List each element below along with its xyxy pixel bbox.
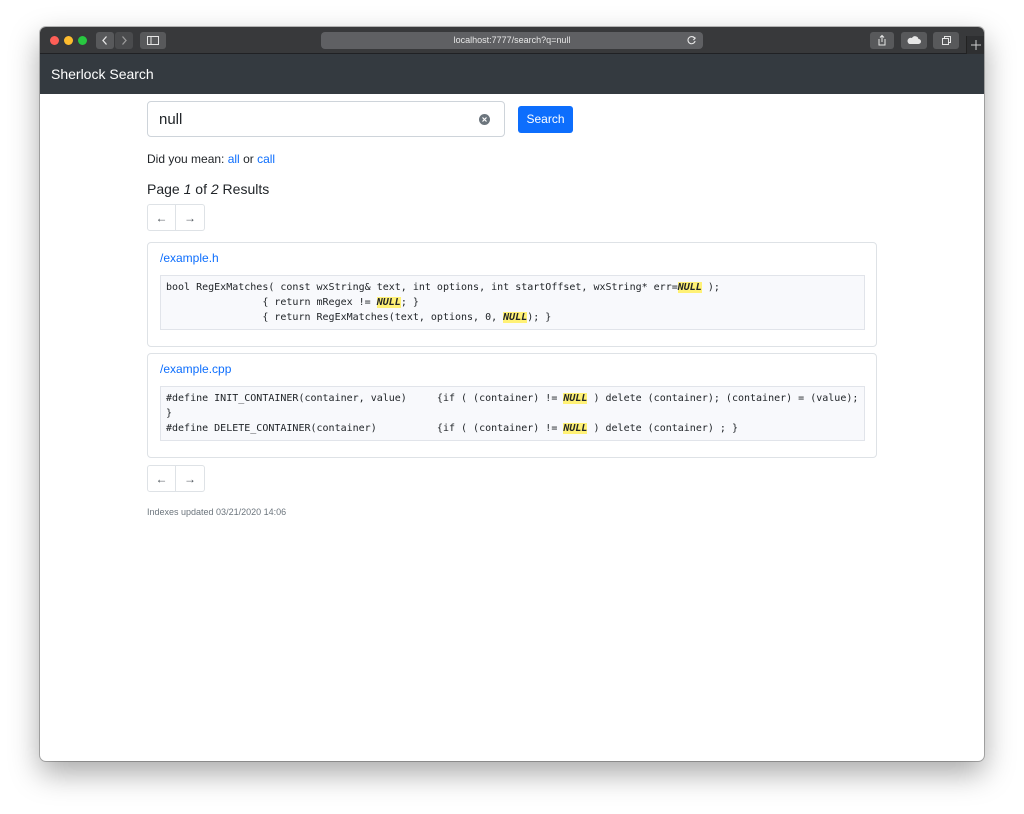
match-highlight: NULL	[677, 282, 702, 293]
brand-logo[interactable]: Sherlock Search	[51, 66, 154, 82]
next-page-button[interactable]: →	[176, 465, 205, 492]
code-text: #define INIT_CONTAINER(container, value)…	[166, 393, 564, 404]
search-form: Search	[147, 101, 984, 137]
search-button[interactable]: Search	[518, 105, 573, 133]
pagination-top: ← →	[147, 204, 984, 231]
code-text: #define DELETE_CONTAINER(container) {if …	[166, 423, 564, 434]
next-page-button[interactable]: →	[176, 204, 205, 231]
code-snippet: bool RegExMatches( const wxString& text,…	[160, 275, 865, 330]
clear-search-icon[interactable]	[479, 114, 490, 125]
code-line: #define INIT_CONTAINER(container, value)…	[166, 391, 859, 421]
result-file-link[interactable]: /example.h	[160, 251, 865, 266]
match-highlight: NULL	[563, 423, 588, 434]
search-input[interactable]	[148, 102, 504, 136]
arrow-left-icon: ←	[155, 210, 168, 225]
results-list: /example.h bool RegExMatches( const wxSt…	[147, 242, 984, 458]
code-text: );	[701, 282, 720, 293]
forward-button[interactable]	[115, 32, 133, 49]
code-line: { return mRegex != NULL; }	[166, 295, 859, 310]
browser-window: localhost:7777/search?q=null Sherlock Se…	[40, 27, 984, 761]
indexes-updated: Indexes updated 03/21/2020 14:06	[147, 507, 287, 517]
prev-page-button[interactable]: ←	[147, 204, 176, 231]
share-button[interactable]	[870, 32, 894, 49]
browser-toolbar: localhost:7777/search?q=null	[40, 27, 984, 54]
pagination-bottom: ← →	[147, 465, 984, 492]
code-text: { return RegExMatches(text, options, 0,	[166, 312, 504, 323]
match-highlight: NULL	[376, 297, 401, 308]
of-word: of	[195, 181, 207, 197]
code-snippet: #define INIT_CONTAINER(container, value)…	[160, 386, 865, 441]
result-file-link[interactable]: /example.cpp	[160, 362, 865, 377]
suggestion-link-call[interactable]: call	[257, 152, 275, 166]
address-text: localhost:7777/search?q=null	[453, 35, 571, 45]
arrow-right-icon: →	[184, 471, 196, 486]
zoom-window-button[interactable]	[78, 36, 87, 45]
result-card: /example.cpp #define INIT_CONTAINER(cont…	[147, 353, 877, 458]
code-line: bool RegExMatches( const wxString& text,…	[166, 280, 859, 295]
arrow-right-icon: →	[184, 210, 196, 225]
page-word: Page	[147, 181, 180, 197]
new-tab-button[interactable]	[966, 36, 984, 54]
tab-overview-button[interactable]	[933, 32, 959, 49]
match-highlight: NULL	[503, 312, 528, 323]
code-line: #define DELETE_CONTAINER(container) {if …	[166, 421, 859, 436]
chevron-right-icon	[122, 36, 127, 45]
tabs-icon	[942, 36, 951, 45]
did-you-mean: Did you mean: all or call	[147, 152, 984, 166]
minimize-window-button[interactable]	[64, 36, 73, 45]
sidebar-toggle-button[interactable]	[140, 32, 166, 49]
page-info: Page 1 of 2 Results	[147, 181, 984, 197]
prev-page-button[interactable]: ←	[147, 465, 176, 492]
code-text: ) delete (container) ; }	[587, 423, 738, 434]
address-bar[interactable]: localhost:7777/search?q=null	[321, 32, 703, 49]
suggestion-prefix: Did you mean:	[147, 152, 225, 166]
code-text: ; }	[400, 297, 419, 308]
match-highlight: NULL	[563, 393, 588, 404]
code-text: ); }	[527, 312, 552, 323]
chevron-left-icon	[102, 36, 107, 45]
search-box	[147, 101, 505, 137]
main-content: Search Did you mean: all or call Page 1 …	[40, 94, 984, 517]
suggestion-separator: or	[243, 152, 254, 166]
reload-icon[interactable]	[686, 35, 697, 46]
plus-icon	[971, 40, 981, 50]
code-line: { return RegExMatches(text, options, 0, …	[166, 310, 859, 325]
current-page: 1	[183, 181, 192, 197]
icloud-tabs-button[interactable]	[901, 32, 927, 49]
result-card: /example.h bool RegExMatches( const wxSt…	[147, 242, 877, 347]
suggestion-link-all[interactable]: all	[228, 152, 240, 166]
arrow-left-icon: ←	[155, 471, 168, 486]
results-word: Results	[222, 181, 270, 197]
close-window-button[interactable]	[50, 36, 59, 45]
share-icon	[878, 34, 886, 46]
cloud-icon	[907, 36, 921, 44]
code-text: bool RegExMatches( const wxString& text,…	[166, 282, 678, 293]
sidebar-icon	[147, 36, 159, 45]
code-text: { return mRegex !=	[166, 297, 377, 308]
back-button[interactable]	[96, 32, 114, 49]
total-pages: 2	[210, 181, 219, 197]
site-navbar: Sherlock Search	[40, 54, 984, 94]
